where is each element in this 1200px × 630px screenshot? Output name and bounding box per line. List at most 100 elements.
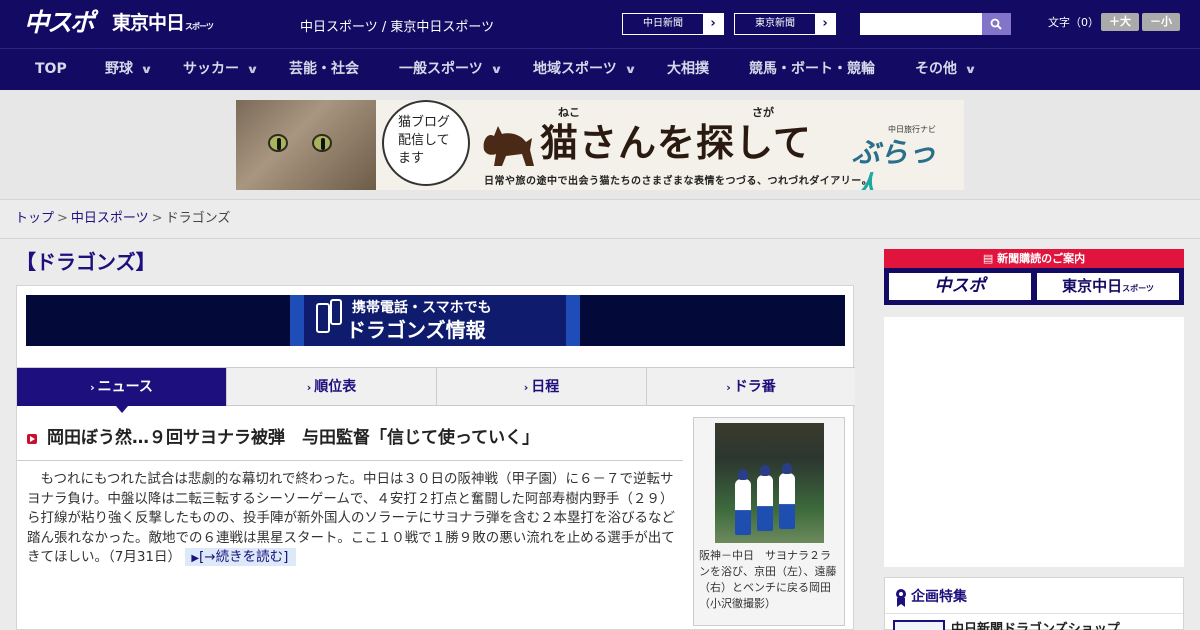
tab-label: 順位表 <box>314 379 357 395</box>
chevron-down-icon: ∨ <box>140 63 153 76</box>
nav-label: 地域スポーツ <box>533 61 617 77</box>
breadcrumb-separator: > <box>57 211 68 226</box>
page-title: 【ドラゴンズ】 <box>16 250 156 274</box>
bullet-icon <box>27 434 37 444</box>
chevron-right-icon: › <box>306 381 312 394</box>
tokyo-chunichi-logo[interactable]: 東京中日スポーツ <box>112 11 214 39</box>
subscribe-chuspo-button[interactable]: 中スポ <box>888 272 1032 301</box>
banner-subtitle: 日常や旅の途中で出会う猫たちのさまざまな表情をつづる、つれづれダイアリー。 <box>484 176 873 187</box>
nav-label: TOP <box>35 61 67 77</box>
mobile-banner-line2: ドラゴンズ情報 <box>346 318 486 342</box>
tab-beat-reporter[interactable]: › ドラ番 <box>647 368 855 406</box>
chevron-right-icon: › <box>815 14 835 34</box>
tokyo-logo-text: 東京中日 <box>112 12 185 34</box>
mobile-banner-inner: 携帯電話・スマホでも ドラゴンズ情報 <box>290 295 580 346</box>
feature-section: 企画特集 中日新聞ドラゴンズショップ <box>884 577 1184 630</box>
breadcrumb-separator: > <box>151 211 163 226</box>
cat-blog-banner[interactable]: 猫ブログ 配信して ます ねこ さが 猫さんを探して 日常や旅の途中で出会う猫た… <box>236 100 964 190</box>
nav-label: その他 <box>915 61 957 77</box>
tab-schedule[interactable]: › 日程 <box>437 368 647 406</box>
ruby-neko: ねこ <box>558 106 580 119</box>
nav-item-sumo[interactable]: 大相撲 <box>667 49 709 90</box>
chevron-down-icon: ∨ <box>623 63 637 76</box>
nav-item-other[interactable]: その他 ∨ <box>915 49 977 90</box>
font-larger-button[interactable]: ＋大 <box>1101 13 1139 31</box>
brand-accent: 人 <box>852 170 881 190</box>
tab-label: ニュース <box>97 379 153 395</box>
tab-standings[interactable]: › 順位表 <box>227 368 437 406</box>
nav-label: 大相撲 <box>667 61 709 77</box>
breadcrumb-current: ドラゴンズ <box>165 211 231 226</box>
sidebar-ad-slot <box>884 317 1184 567</box>
site-tagline: 中日スポーツ / 東京中日スポーツ <box>300 20 495 35</box>
breadcrumb: トップ > 中日スポーツ > ドラゴンズ <box>0 201 1200 239</box>
main-content: 携帯電話・スマホでも ドラゴンズ情報 › ニュース › 順位表 › 日程 › ドラ番 岡… <box>16 285 855 630</box>
mobile-dragons-banner[interactable]: 携帯電話・スマホでも ドラゴンズ情報 <box>26 295 845 346</box>
font-size-label: 文字（0） <box>1048 16 1099 29</box>
chunichi-shimbun-link[interactable]: 中日新聞 › <box>622 13 724 35</box>
breadcrumb-link-chunichi-sports[interactable]: 中日スポーツ <box>71 211 149 226</box>
article-photo[interactable] <box>715 423 824 543</box>
tab-label: 日程 <box>531 379 560 395</box>
nav-label: 芸能・社会 <box>289 61 359 77</box>
play-triangle-icon: ▶ <box>191 553 200 564</box>
feature-item-label: 中日新聞ドラゴンズショップ <box>951 622 1120 630</box>
nav-item-local-sports[interactable]: 地域スポーツ ∨ <box>533 49 637 90</box>
search-input[interactable] <box>860 13 982 35</box>
tokyo-shimbun-link[interactable]: 東京新聞 › <box>734 13 836 35</box>
font-smaller-button[interactable]: －小 <box>1142 13 1180 31</box>
nav-item-general-sports[interactable]: 一般スポーツ ∨ <box>399 49 503 90</box>
nav-item-entertainment[interactable]: 芸能・社会 <box>289 49 359 90</box>
cat-eye <box>268 134 288 152</box>
subscription-banner[interactable]: ▤ 新聞購読のご案内 中スポ 東京中日スポーツ <box>884 249 1184 305</box>
tab-news[interactable]: › ニュース <box>17 368 227 413</box>
breadcrumb-link-top[interactable]: トップ <box>15 211 54 226</box>
chevron-right-icon: › <box>90 381 95 394</box>
cat-silhouette-icon <box>483 126 534 166</box>
chevron-right-icon: › <box>523 381 529 394</box>
banner-brand-small: 中日旅行ナビ <box>888 125 936 134</box>
player-figure <box>757 465 773 531</box>
tab-label: ドラ番 <box>733 379 776 395</box>
article-headline-text: 岡田ぼう然…９回サヨナラ被弾 与田監督「信じて使っていく」 <box>47 428 540 448</box>
article-headline[interactable]: 岡田ぼう然…９回サヨナラ被弾 与田監督「信じて使っていく」 <box>27 426 683 450</box>
photo-caption: 阪神－中日 サヨナラ２ランを浴び、京田（左）、遠藤（右）とベンチに戻る岡田（小沢… <box>699 549 837 610</box>
banner-brand: ぶらっ人 <box>852 136 964 190</box>
chevron-right-icon: › <box>703 14 723 34</box>
mobile-phone-icon <box>330 299 342 325</box>
chuspo-logo[interactable]: 中スポ <box>24 8 95 38</box>
brand-text: ぶらっ <box>852 136 937 169</box>
player-figure <box>735 469 751 535</box>
chevron-down-icon: ∨ <box>489 63 503 76</box>
search-button[interactable] <box>982 13 1011 35</box>
nav-item-racing[interactable]: 競馬・ボート・競輪 <box>749 49 875 90</box>
nav-item-soccer[interactable]: サッカー ∨ <box>183 49 259 90</box>
smartphone-icon <box>316 303 330 333</box>
speech-line: 猫ブログ <box>398 115 451 130</box>
nav-label: 一般スポーツ <box>399 61 483 77</box>
nav-item-baseball[interactable]: 野球 ∨ <box>105 49 153 90</box>
subscribe-tokyo-text: 東京中日 <box>1062 277 1123 295</box>
read-more-link[interactable]: ▶[→続きを読む] <box>185 548 297 566</box>
subscription-header: ▤ 新聞購読のご案内 <box>884 249 1184 268</box>
speech-line: ます <box>398 151 425 166</box>
divider <box>17 460 683 461</box>
ribbon-icon <box>896 589 906 607</box>
chevron-right-icon: › <box>726 381 731 394</box>
feature-title-text: 企画特集 <box>911 589 967 605</box>
chevron-down-icon: ∨ <box>964 63 977 76</box>
cat-eye <box>312 134 332 152</box>
subscribe-tokyo-small: スポーツ <box>1122 284 1154 293</box>
subscribe-tokyo-chunichi-button[interactable]: 東京中日スポーツ <box>1036 272 1180 301</box>
article-date: （7月31日） <box>108 549 182 565</box>
paper-link-label: 中日新聞 <box>643 18 683 29</box>
subscription-header-text: 新聞購読のご案内 <box>997 252 1086 265</box>
tokyo-logo-small: スポーツ <box>185 22 214 31</box>
player-figure <box>779 463 795 529</box>
nav-item-top[interactable]: TOP <box>35 49 67 90</box>
feature-item[interactable]: 中日新聞ドラゴンズショップ <box>893 620 1177 630</box>
article-body: もつれにもつれた試合は悲劇的な幕切れで終わった。中日は３０日の阪神戦（甲子園）に… <box>27 470 675 569</box>
article-photo-box: 阪神－中日 サヨナラ２ランを浴び、京田（左）、遠藤（右）とベンチに戻る岡田（小沢… <box>693 417 845 626</box>
speech-line: 配信して <box>398 133 450 148</box>
feature-title: 企画特集 <box>895 586 967 608</box>
